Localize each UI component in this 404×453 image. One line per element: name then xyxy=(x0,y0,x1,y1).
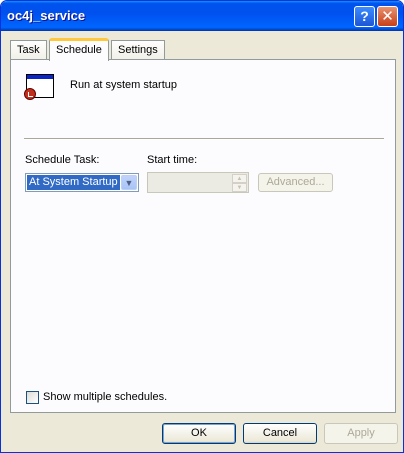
schedule-task-value: At System Startup xyxy=(27,175,120,190)
schedule-task-label: Schedule Task: xyxy=(25,154,100,166)
show-multiple-schedules-label[interactable]: Show multiple schedules. xyxy=(43,391,167,403)
apply-button[interactable]: Apply xyxy=(324,423,398,444)
close-icon: ✕ xyxy=(381,8,394,25)
tab-settings-label: Settings xyxy=(118,44,158,56)
spin-down-icon[interactable]: ▼ xyxy=(232,183,247,192)
start-time-label: Start time: xyxy=(147,154,198,166)
show-multiple-schedules-checkbox[interactable] xyxy=(26,391,39,404)
tab-settings[interactable]: Settings xyxy=(111,40,165,60)
spin-up-icon[interactable]: ▲ xyxy=(232,174,247,183)
tab-task[interactable]: Task xyxy=(10,40,47,60)
task-properties-window: oc4j_service ? ✕ Task Schedule Settings … xyxy=(0,0,404,453)
cancel-button[interactable]: Cancel xyxy=(243,423,317,444)
help-button[interactable]: ? xyxy=(354,6,375,27)
schedule-panel: Run at system startup Schedule Task: At … xyxy=(10,59,396,413)
advanced-button[interactable]: Advanced... xyxy=(258,173,333,192)
advanced-label: Advanced... xyxy=(266,176,325,188)
start-time-field[interactable]: ▲ ▼ xyxy=(147,172,249,193)
chevron-down-icon[interactable]: ▼ xyxy=(121,175,137,190)
schedule-summary: Run at system startup xyxy=(70,79,177,91)
window-title: oc4j_service xyxy=(7,8,86,23)
schedule-task-select[interactable]: At System Startup ▼ xyxy=(25,173,139,192)
scheduled-task-icon xyxy=(24,72,56,102)
help-icon: ? xyxy=(360,8,369,24)
cancel-label: Cancel xyxy=(262,427,298,439)
tab-task-label: Task xyxy=(17,44,40,56)
clock-icon xyxy=(24,88,36,100)
tab-schedule-label: Schedule xyxy=(56,44,102,56)
ok-button[interactable]: OK xyxy=(162,423,236,444)
apply-label: Apply xyxy=(347,427,375,439)
close-button[interactable]: ✕ xyxy=(377,6,398,27)
title-bar[interactable]: oc4j_service ? ✕ xyxy=(1,1,403,31)
tab-schedule[interactable]: Schedule xyxy=(49,38,109,61)
ok-label: OK xyxy=(191,427,207,439)
tab-strip: Task Schedule Settings xyxy=(10,38,400,61)
divider xyxy=(24,138,384,140)
